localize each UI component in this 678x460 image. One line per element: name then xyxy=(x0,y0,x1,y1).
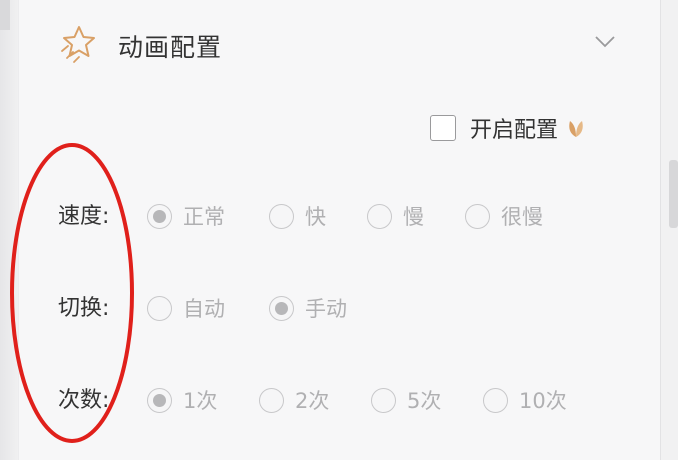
scrollbar-thumb[interactable] xyxy=(669,160,678,228)
enable-config-toggle[interactable]: 开启配置 xyxy=(430,113,588,143)
speed-label: 速度: xyxy=(58,204,110,229)
speed-option-fast[interactable]: 快 xyxy=(269,201,326,231)
count-option-1[interactable]: 1次 xyxy=(147,385,217,415)
chevron-down-icon[interactable] xyxy=(594,35,616,49)
radio-button[interactable] xyxy=(269,203,294,229)
radio-label: 快 xyxy=(305,205,326,229)
speed-option-normal[interactable]: 正常 xyxy=(147,201,225,231)
radio-button[interactable] xyxy=(147,203,172,229)
leaf-icon xyxy=(569,121,583,137)
radio-label: 手动 xyxy=(305,297,347,321)
count-label: 次数: xyxy=(58,388,110,413)
scrollbar-track[interactable] xyxy=(660,0,678,460)
radio-button[interactable] xyxy=(259,387,284,413)
radio-button[interactable] xyxy=(483,387,508,413)
radio-label: 自动 xyxy=(183,297,225,321)
count-option-2[interactable]: 2次 xyxy=(259,385,329,415)
count-option-5[interactable]: 5次 xyxy=(371,385,441,415)
switch-option-manual[interactable]: 手动 xyxy=(269,293,347,323)
switch-option-auto[interactable]: 自动 xyxy=(147,293,225,323)
radio-label: 正常 xyxy=(183,205,225,229)
radio-button[interactable] xyxy=(367,203,392,229)
radio-label: 1次 xyxy=(183,389,218,413)
radio-label: 慢 xyxy=(403,205,424,229)
switch-label: 切换: xyxy=(58,296,110,321)
enable-config-label: 开启配置 xyxy=(470,118,559,143)
radio-button[interactable] xyxy=(147,295,172,321)
radio-button[interactable] xyxy=(269,295,294,321)
radio-button[interactable] xyxy=(371,387,396,413)
enable-config-checkbox[interactable] xyxy=(430,115,456,141)
speed-option-very-slow[interactable]: 很慢 xyxy=(465,201,543,231)
settings-window: 动画配置 开启配置 速度: 正常 快 慢 很慢 切换: 自动 手动 次数: 1次… xyxy=(0,0,678,460)
radio-label: 很慢 xyxy=(501,205,543,229)
radio-label: 5次 xyxy=(407,389,442,413)
radio-label: 10次 xyxy=(519,389,567,413)
radio-button[interactable] xyxy=(465,203,490,229)
star-sparkle-icon xyxy=(61,26,95,63)
radio-button[interactable] xyxy=(147,387,172,413)
radio-label: 2次 xyxy=(295,389,330,413)
panel-title: 动画配置 xyxy=(118,33,223,62)
speed-option-slow[interactable]: 慢 xyxy=(367,201,424,231)
left-edge xyxy=(0,0,18,460)
count-option-10[interactable]: 10次 xyxy=(483,385,567,415)
